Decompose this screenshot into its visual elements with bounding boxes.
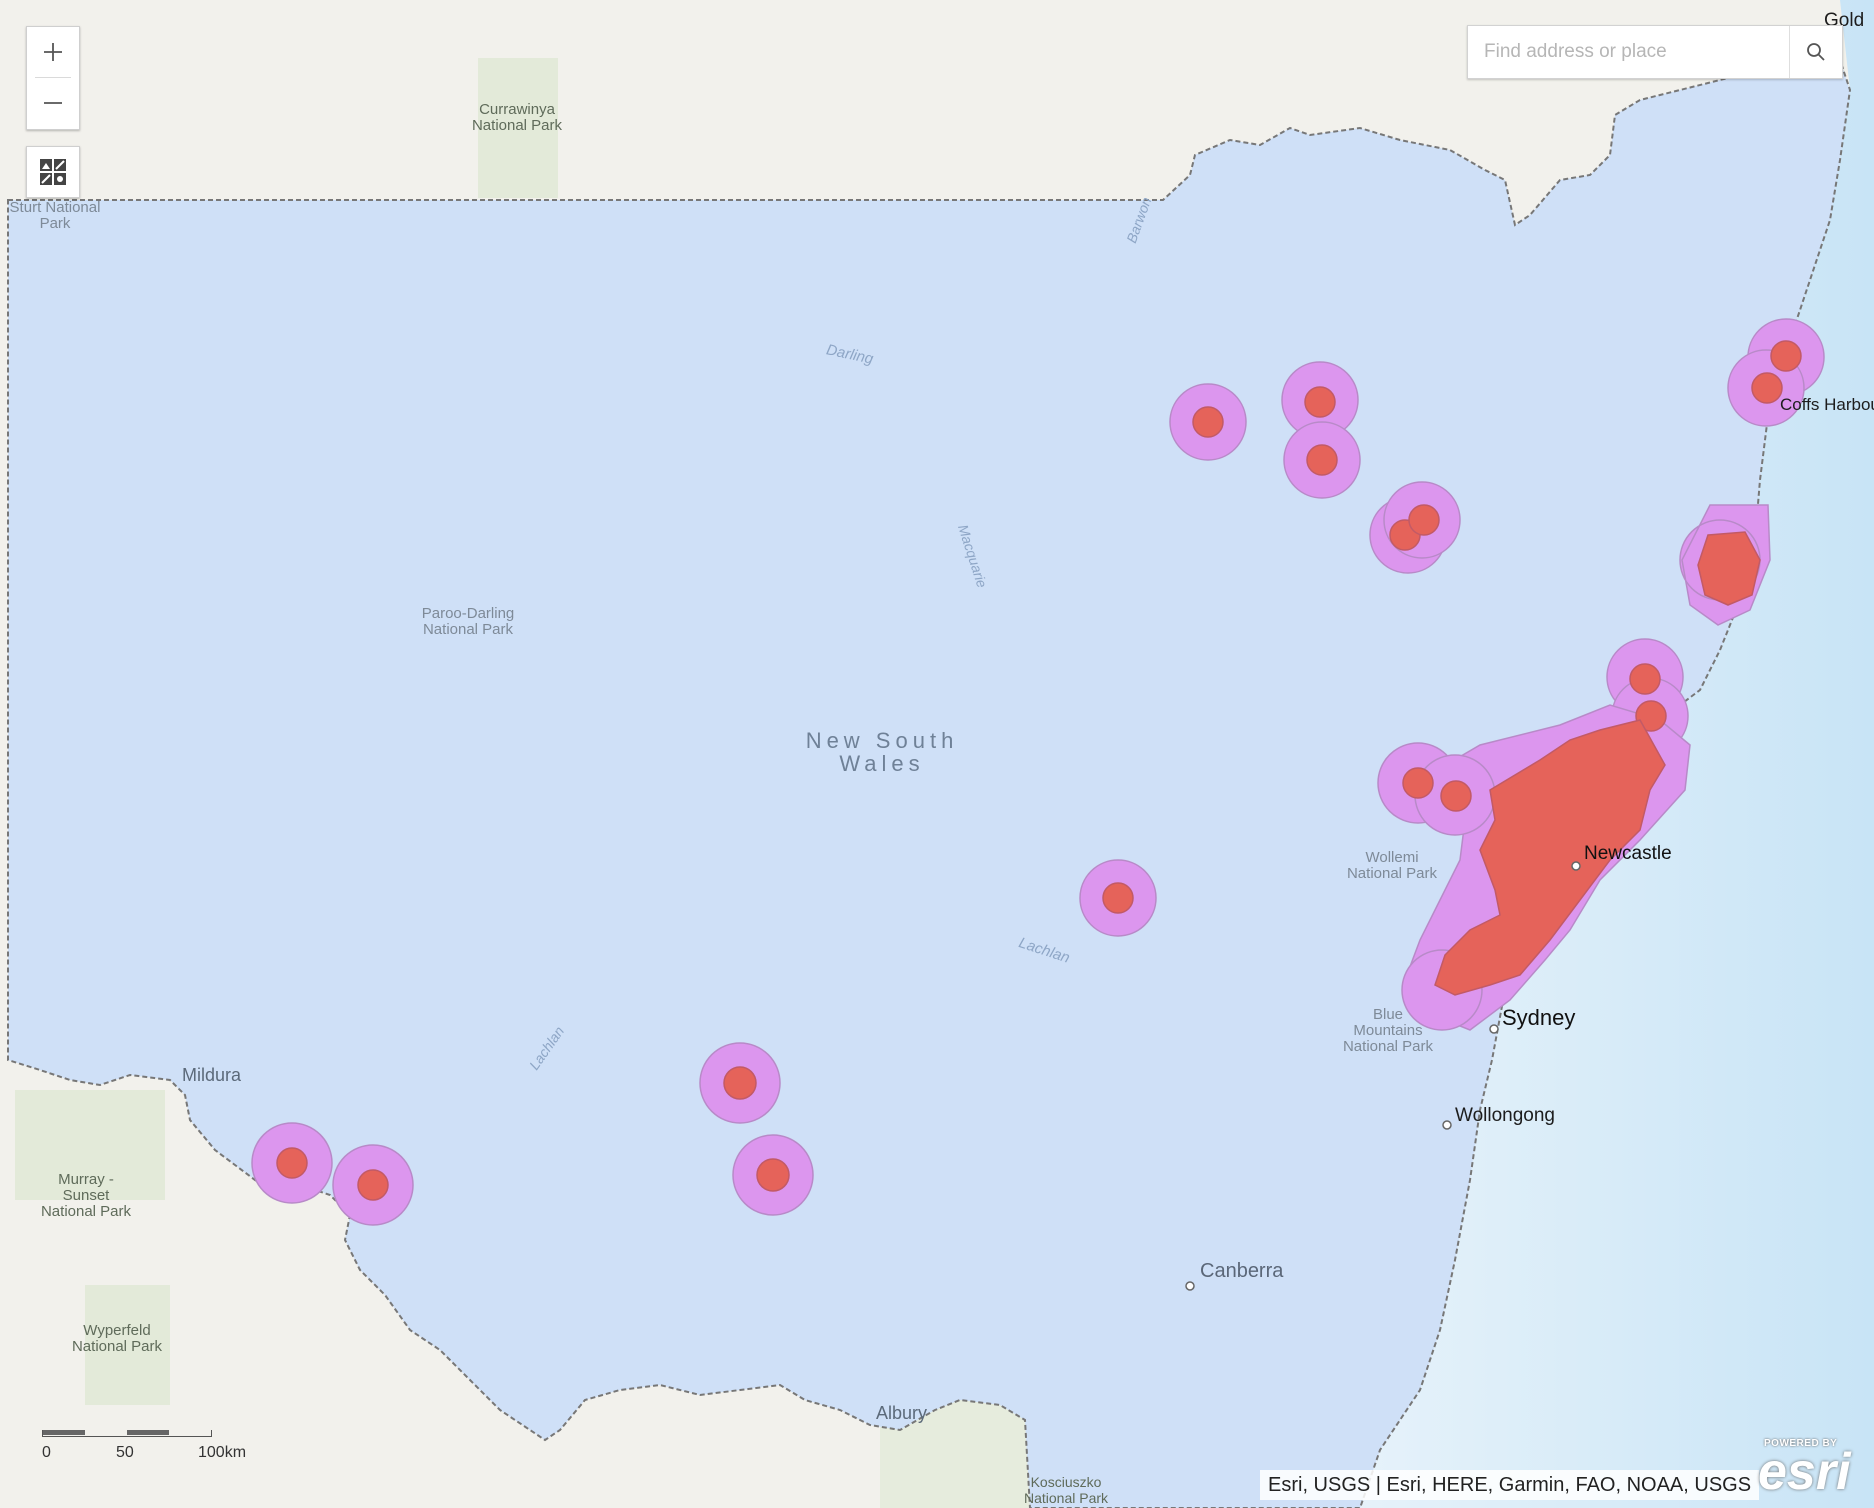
park-line: National Park xyxy=(1346,865,1438,882)
park-line: Sunset xyxy=(62,1187,110,1204)
scale-label-50: 50 xyxy=(116,1444,134,1461)
label-wollongong: Wollongong xyxy=(1455,1105,1556,1126)
park-line: Blue xyxy=(1372,1006,1404,1023)
label-blue-mountains-national-park: Blue Mountains National Park xyxy=(1343,1007,1433,1055)
label-mildura: Mildura xyxy=(182,1065,242,1085)
label-canberra: Canberra xyxy=(1200,1260,1284,1282)
label-sydney: Sydney xyxy=(1502,1005,1576,1030)
zoom-out-button[interactable] xyxy=(27,78,79,128)
park-line: Wyperfeld xyxy=(83,1322,151,1339)
label-wollemi-national-park: Wollemi National Park xyxy=(1347,850,1437,882)
scale-label-0: 0 xyxy=(42,1444,51,1461)
scale-bar-line xyxy=(42,1430,212,1437)
park-line: Paroo-Darling xyxy=(421,605,515,622)
search-icon xyxy=(1807,43,1825,61)
minus-icon xyxy=(44,102,62,104)
label-new-south-wales: New South Wales xyxy=(806,729,959,775)
park-line: National Park xyxy=(422,621,514,638)
label-coffs-harbour: Coffs Harbour xyxy=(1780,395,1874,414)
search-input[interactable] xyxy=(1468,26,1789,78)
state-label-line-2: Wales xyxy=(839,751,925,776)
scale-segment xyxy=(127,1430,169,1435)
park-line: National Park xyxy=(1023,1490,1109,1506)
park-line: National Park xyxy=(1342,1038,1434,1055)
park-line: National Park xyxy=(71,1338,163,1355)
label-sturt-national-park: Sturt National Park xyxy=(10,200,101,232)
zoom-control xyxy=(26,26,80,130)
park-line: Kosciuszko xyxy=(1030,1474,1102,1490)
park-line: Currawinya xyxy=(479,101,555,118)
park-line: National Park xyxy=(471,117,563,134)
park-line: Sturt National xyxy=(9,199,101,216)
scale-segment xyxy=(43,1430,85,1435)
label-wyperfeld-national-park: Wyperfeld National Park xyxy=(72,1323,162,1355)
park-line: Park xyxy=(39,215,71,232)
label-paroo-darling-national-park: Paroo-Darling National Park xyxy=(422,606,515,638)
search-button[interactable] xyxy=(1789,26,1842,78)
state-label-line-1: New South xyxy=(805,728,959,753)
park-line: National Park xyxy=(40,1203,132,1220)
esri-logo[interactable]: POWERED BY esri xyxy=(1758,1438,1858,1501)
basemap-gallery-button[interactable] xyxy=(26,146,80,198)
park-line: Mountains xyxy=(1353,1022,1423,1039)
park-line: Murray - xyxy=(58,1171,114,1188)
search-widget xyxy=(1467,25,1843,79)
scale-bar: 0 50 100km xyxy=(42,1430,246,1461)
plus-icon xyxy=(44,43,62,61)
label-currawinya-national-park: Currawinya National Park xyxy=(472,102,562,134)
scale-label-100km: 100km xyxy=(198,1444,247,1461)
basemap-gallery-icon xyxy=(40,159,66,185)
esri-wordmark: esri xyxy=(1758,1443,1851,1501)
zoom-in-button[interactable] xyxy=(27,27,79,77)
attribution[interactable]: Esri, USGS | Esri, HERE, Garmin, FAO, NO… xyxy=(1260,1470,1760,1500)
label-newcastle: Newcastle xyxy=(1584,843,1672,864)
map-view[interactable]: Gold Coffs Harbour Newcastle Sydney Woll… xyxy=(0,0,1874,1508)
label-murray-sunset-national-park: Murray - Sunset National Park xyxy=(41,1172,131,1220)
park-line: Wollemi xyxy=(1365,849,1419,866)
label-kosciuszko-national-park: Kosciuszko National Park xyxy=(1024,1474,1108,1506)
label-albury: Albury xyxy=(876,1403,928,1423)
